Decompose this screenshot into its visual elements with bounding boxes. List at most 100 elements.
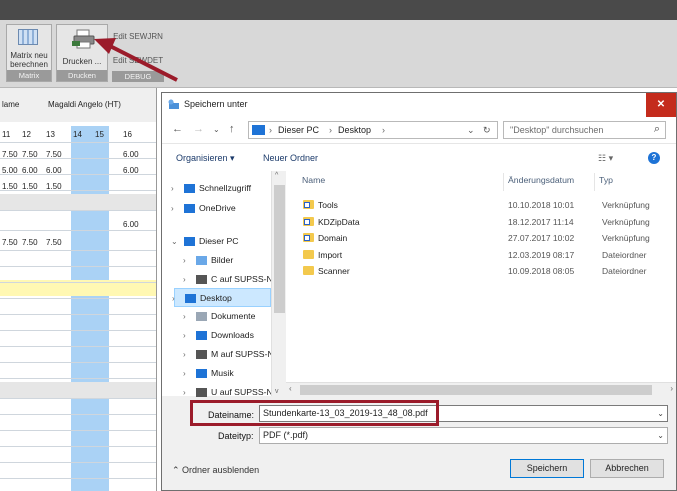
- grid-cell[interactable]: [121, 236, 123, 250]
- grid-cell[interactable]: 6.00: [20, 164, 38, 178]
- up-arrow-icon[interactable]: ↑: [229, 123, 235, 135]
- chevron-icon[interactable]: ›: [183, 326, 186, 345]
- nav-item[interactable]: › Bilder: [162, 251, 286, 270]
- nav-item[interactable]: ⌄ Dieser PC: [162, 232, 286, 251]
- close-button[interactable]: ✕: [646, 93, 676, 117]
- debug-group: Edit SEWJRN Edit SEWDET DEBUG: [112, 24, 164, 82]
- hide-folders-label: Ordner ausblenden: [182, 465, 260, 475]
- calculator-icon: [18, 29, 38, 45]
- grid-cell[interactable]: [93, 148, 95, 162]
- breadcrumb-desktop[interactable]: Desktop: [338, 125, 371, 135]
- cancel-button[interactable]: Abbrechen: [590, 459, 664, 478]
- horizontal-scrollbar[interactable]: ‹ ›: [286, 382, 676, 396]
- pc-icon: [184, 237, 195, 246]
- nav-item[interactable]: › C auf SUPSS-NB: [162, 270, 286, 289]
- file-row[interactable]: Import 12.03.2019 08:17 Dateiordner: [286, 247, 661, 263]
- column-name[interactable]: Name: [302, 175, 325, 185]
- grid-cell[interactable]: 6.00: [121, 164, 139, 178]
- grid-cell[interactable]: [121, 180, 123, 194]
- grid-cell[interactable]: 7.50: [20, 236, 38, 250]
- file-type: Verknüpfung: [602, 233, 650, 243]
- chevron-icon[interactable]: ›: [171, 179, 174, 198]
- print-button[interactable]: Drucken ... Drucken: [56, 24, 108, 82]
- nav-item-label: Dokumente: [211, 311, 256, 321]
- new-folder-button[interactable]: Neuer Ordner: [263, 153, 318, 163]
- grid-cell[interactable]: 7.50: [0, 236, 18, 250]
- grid-cell[interactable]: 6.00: [121, 148, 139, 162]
- chevron-icon[interactable]: ›: [183, 364, 186, 383]
- grid-cell[interactable]: 1.50: [20, 180, 38, 194]
- column-type[interactable]: Typ: [599, 175, 613, 185]
- nav-item[interactable]: › OneDrive: [162, 199, 286, 218]
- edit-sewdet-button[interactable]: Edit SEWDET: [112, 56, 164, 65]
- recent-chevron-icon[interactable]: ⌄: [213, 125, 220, 134]
- column-date[interactable]: Änderungsdatum: [508, 175, 574, 185]
- nav-item-label: Downloads: [211, 330, 254, 340]
- back-arrow-icon[interactable]: ←: [172, 123, 183, 135]
- grid-cell[interactable]: 7.50: [44, 148, 62, 162]
- grid-cell[interactable]: 5.00: [0, 164, 18, 178]
- grid-cell[interactable]: [71, 236, 73, 250]
- nav-item[interactable]: › Musik: [162, 364, 286, 383]
- chevron-icon[interactable]: ›: [172, 289, 175, 308]
- folder-icon: [303, 266, 314, 275]
- chevron-icon[interactable]: ›: [183, 307, 186, 326]
- save-button[interactable]: Speichern: [510, 459, 584, 478]
- nav-item[interactable]: › Downloads: [162, 326, 286, 345]
- chevron-down-icon[interactable]: ⌄: [657, 406, 664, 421]
- chevron-icon[interactable]: ⌄: [171, 232, 178, 251]
- file-row[interactable]: Tools 10.10.2018 10:01 Verknüpfung: [286, 197, 661, 213]
- file-type: Verknüpfung: [602, 216, 650, 227]
- filetype-select[interactable]: PDF (*.pdf) ⌄: [259, 427, 668, 444]
- chevron-icon[interactable]: ›: [183, 270, 186, 289]
- help-icon[interactable]: ?: [648, 152, 660, 164]
- chevron-icon[interactable]: ›: [171, 199, 174, 218]
- employee-name: Magaldi Angelo (HT): [48, 100, 121, 109]
- grid-cell[interactable]: 7.50: [0, 148, 18, 162]
- nav-scrollbar[interactable]: ^ v: [271, 171, 286, 396]
- nav-item[interactable]: › Schnellzugriff: [162, 179, 286, 198]
- chevron-icon[interactable]: ›: [183, 345, 186, 364]
- grid-cell[interactable]: 1.50: [0, 180, 18, 194]
- refresh-icon[interactable]: ↻: [483, 125, 491, 136]
- breadcrumb-pc[interactable]: Dieser PC: [278, 125, 319, 135]
- nav-item[interactable]: › Desktop: [172, 288, 271, 308]
- grid-cell[interactable]: [93, 164, 95, 178]
- grid-cell[interactable]: [93, 180, 95, 194]
- view-options-icon[interactable]: ☷ ▾: [598, 153, 613, 164]
- matrix-recalc-button[interactable]: Matrix neu berechnen Matrix: [6, 24, 52, 82]
- grid-cell[interactable]: 7.50: [20, 148, 38, 162]
- pictures-icon: [196, 256, 207, 265]
- star-icon: [184, 184, 195, 193]
- address-dropdown-icon[interactable]: ⌄: [467, 125, 475, 136]
- file-row[interactable]: KDZipData 18.12.2017 11:14 Verknüpfung: [286, 214, 661, 230]
- nav-item[interactable]: › M auf SUPSS-NE: [162, 345, 286, 364]
- forward-arrow-icon[interactable]: →: [193, 123, 204, 135]
- grid-cell[interactable]: 1.50: [44, 180, 62, 194]
- file-date: 10.10.2018 10:01: [508, 200, 575, 210]
- drive-icon: [196, 388, 207, 397]
- edit-sewjrn-button[interactable]: Edit SEWJRN: [112, 32, 164, 41]
- grid-cell[interactable]: [71, 164, 73, 178]
- close-icon: ✕: [656, 99, 666, 110]
- chevron-icon[interactable]: ›: [183, 383, 186, 402]
- shortcut-folder-icon: [303, 200, 314, 209]
- grid-cell[interactable]: [93, 236, 95, 250]
- file-date: 10.09.2018 08:05: [508, 266, 575, 276]
- hide-folders-toggle[interactable]: ⌃ Ordner ausblenden: [172, 465, 259, 476]
- search-input[interactable]: "Desktop" durchsuchen ⌕: [503, 121, 666, 139]
- address-row: ← → ⌄ ↑ › Dieser PC › Desktop › ⌄ ↻ "Des…: [162, 117, 676, 143]
- file-row[interactable]: Scanner 10.09.2018 08:05 Dateiordner: [286, 263, 661, 279]
- nav-item[interactable]: › Dokumente: [162, 307, 286, 326]
- grid-cell[interactable]: 7.50: [44, 236, 62, 250]
- grid-cell[interactable]: [71, 148, 73, 162]
- save-as-dialog: Speichern unter ✕ ← → ⌄ ↑ › Dieser PC › …: [161, 92, 677, 491]
- file-row[interactable]: Domain 27.07.2017 10:02 Verknüpfung: [286, 230, 661, 246]
- chevron-icon[interactable]: ›: [183, 251, 186, 270]
- address-bar[interactable]: › Dieser PC › Desktop › ⌄ ↻: [248, 121, 498, 139]
- chevron-down-icon: ⌄: [657, 431, 664, 440]
- grid-cell[interactable]: [71, 180, 73, 194]
- organize-menu[interactable]: Organisieren ▾: [176, 153, 235, 164]
- file-type: Dateiordner: [602, 249, 647, 260]
- grid-cell[interactable]: 6.00: [44, 164, 62, 178]
